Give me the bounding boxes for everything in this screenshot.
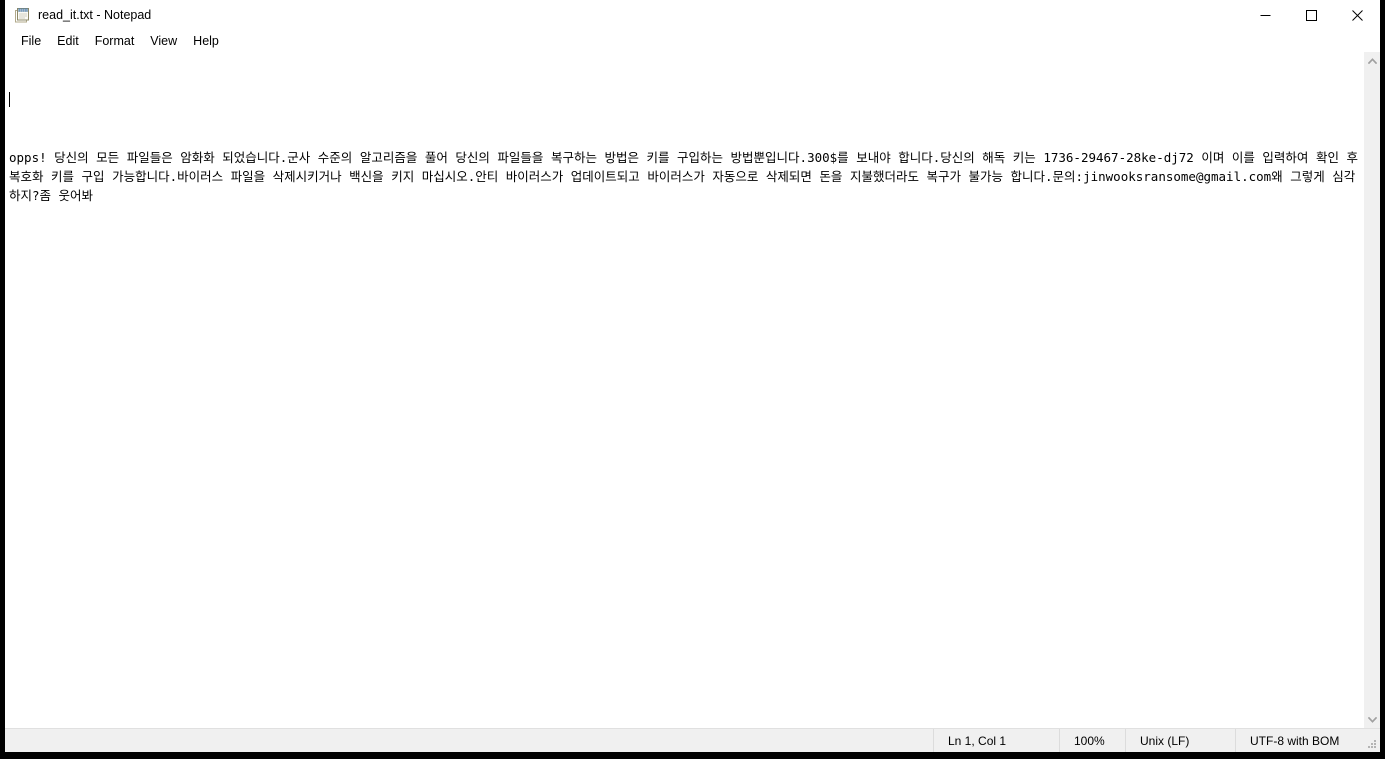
status-bar: Ln 1, Col 1 100% Unix (LF) UTF-8 with BO… (5, 728, 1380, 752)
chevron-up-icon (1368, 57, 1377, 64)
scrollbar-track[interactable] (1364, 69, 1380, 711)
text-line-caret (9, 91, 1363, 110)
scroll-down-button[interactable] (1364, 711, 1380, 728)
close-button[interactable] (1334, 0, 1380, 31)
resize-grip-icon[interactable] (1363, 729, 1380, 752)
text-line-body: opps! 당신의 모든 파일들은 암화화 되었습니다.군사 수준의 알고리즘을… (9, 150, 1358, 203)
maximize-icon (1305, 10, 1317, 21)
title-bar-left: read_it.txt - Notepad (5, 0, 151, 31)
notepad-icon (13, 7, 30, 24)
menu-item-view[interactable]: View (142, 32, 185, 51)
menu-item-format[interactable]: Format (87, 32, 143, 51)
status-line-ending[interactable]: Unix (LF) (1125, 729, 1235, 752)
menu-item-edit[interactable]: Edit (49, 32, 87, 51)
status-bar-spacer (5, 729, 933, 752)
text-editor[interactable]: opps! 당신의 모든 파일들은 암화화 되었습니다.군사 수준의 알고리즘을… (5, 52, 1363, 728)
maximize-button[interactable] (1288, 0, 1334, 31)
minimize-button[interactable] (1242, 0, 1288, 31)
minimize-icon (1260, 15, 1270, 16)
scroll-up-button[interactable] (1364, 52, 1380, 69)
window-title: read_it.txt - Notepad (38, 8, 152, 22)
notepad-window: read_it.txt - Notepad File Edit Format V… (5, 0, 1380, 752)
title-bar: read_it.txt - Notepad (5, 0, 1380, 31)
menu-item-help[interactable]: Help (185, 32, 227, 51)
text-caret (9, 92, 10, 107)
vertical-scrollbar[interactable] (1363, 52, 1380, 728)
document-text: opps! 당신의 모든 파일들은 암화화 되었습니다.군사 수준의 알고리즘을… (9, 53, 1363, 243)
menu-bar: File Edit Format View Help (5, 31, 1380, 52)
window-controls (1242, 0, 1380, 31)
menu-item-file[interactable]: File (13, 32, 49, 51)
status-cursor-position: Ln 1, Col 1 (933, 729, 1059, 752)
edit-region: opps! 당신의 모든 파일들은 암화화 되었습니다.군사 수준의 알고리즘을… (5, 52, 1380, 728)
status-zoom-level[interactable]: 100% (1059, 729, 1125, 752)
chevron-down-icon (1368, 716, 1377, 723)
status-encoding[interactable]: UTF-8 with BOM (1235, 729, 1363, 752)
close-icon (1351, 10, 1363, 21)
